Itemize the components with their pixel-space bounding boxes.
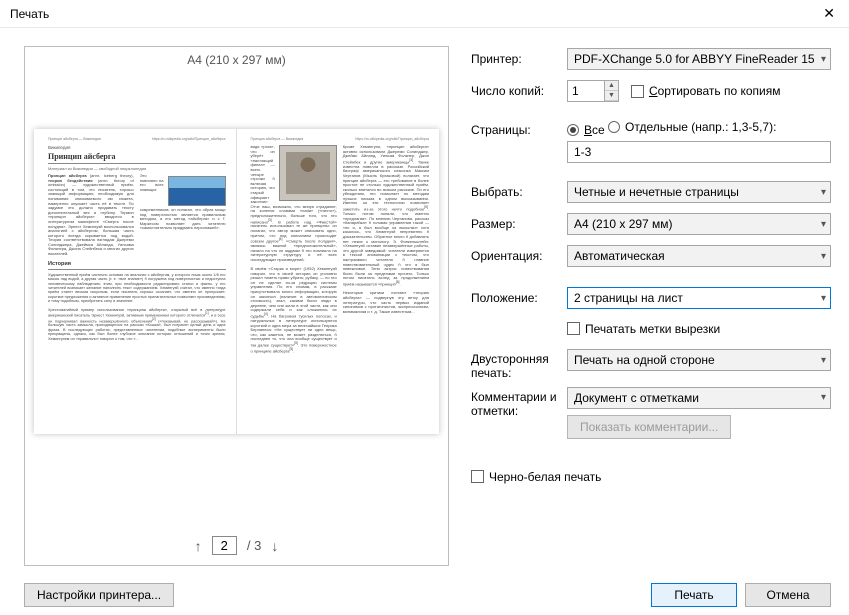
size-value: A4 (210 x 297 мм) xyxy=(574,217,673,231)
duplex-label: Двусторонняя печать: xyxy=(471,349,567,381)
collate-label: Сортировать по копиям xyxy=(649,84,781,98)
printer-settings-button[interactable]: Настройки принтера... xyxy=(24,583,174,607)
window-title: Печать xyxy=(10,7,49,21)
printer-combo[interactable]: PDF-XChange 5.0 for ABBYY FineReader 15 … xyxy=(567,48,831,70)
doc-subtitle: Материал из Википедии — свободной энцикл… xyxy=(48,167,226,172)
cropmarks-label: Печатать метки вырезки xyxy=(585,322,720,336)
cropmarks-checkbox[interactable]: Печатать метки вырезки xyxy=(567,322,720,336)
bw-label: Черно-белая печать xyxy=(489,470,601,484)
select-combo[interactable]: Четные и нечетные страницы ▾ xyxy=(567,181,831,203)
position-value: 2 страницы на лист xyxy=(574,291,683,305)
comments-value: Документ с отметками xyxy=(574,391,699,405)
image-hemingway xyxy=(279,145,337,201)
radio-pages-custom[interactable]: Отдельные (напр.: 1,3-5,7): xyxy=(608,120,776,134)
page-header-left-2: Принцип айсберга — Википедия xyxy=(251,137,304,141)
radio-pages-all-label: Все xyxy=(584,123,605,137)
chevron-down-icon: ▾ xyxy=(821,355,826,366)
spin-up-icon[interactable]: ▲ xyxy=(605,81,618,91)
preview-pane: A4 (210 x 297 мм) Принцип айсберга — Вик… xyxy=(0,28,455,576)
chevron-down-icon: ▾ xyxy=(821,293,826,304)
chevron-down-icon: ▾ xyxy=(821,219,826,230)
pager-prev-icon[interactable]: ↑ xyxy=(195,538,202,554)
pager-current[interactable]: 2 xyxy=(212,536,237,555)
settings-pane: Принтер: PDF-XChange 5.0 for ABBYY FineR… xyxy=(455,28,849,576)
orientation-combo[interactable]: Автоматическая ▾ xyxy=(567,245,831,267)
close-icon[interactable]: ✕ xyxy=(817,5,841,22)
pages-label: Страницы: xyxy=(471,120,567,137)
copies-spinner[interactable]: ▲▼ xyxy=(567,80,619,102)
spin-down-icon[interactable]: ▼ xyxy=(605,91,618,101)
position-combo[interactable]: 2 страницы на лист ▾ xyxy=(567,287,831,309)
radio-pages-all[interactable]: Все xyxy=(567,123,605,137)
page-preview: Принцип айсберга — Википедия https://ru.… xyxy=(34,129,439,434)
size-combo[interactable]: A4 (210 x 297 мм) ▾ xyxy=(567,213,831,235)
paper-size-caption: A4 (210 x 297 мм) xyxy=(187,53,286,67)
orientation-value: Автоматическая xyxy=(574,249,665,263)
position-label: Положение: xyxy=(471,291,567,305)
cancel-button[interactable]: Отмена xyxy=(745,583,831,607)
copies-label: Число копий: xyxy=(471,84,567,98)
pager-total: / 3 xyxy=(247,538,261,553)
chevron-down-icon: ▾ xyxy=(821,54,826,65)
comments-combo[interactable]: Документ с отметками ▾ xyxy=(567,387,831,409)
pages-range-value: 1-3 xyxy=(574,145,591,159)
size-label: Размер: xyxy=(471,217,567,231)
pager-next-icon[interactable]: ↓ xyxy=(271,538,278,554)
doc-title: Принцип айсберга xyxy=(48,152,226,161)
duplex-combo[interactable]: Печать на одной стороне ▾ xyxy=(567,349,831,371)
printer-label: Принтер: xyxy=(471,52,567,66)
printer-value: PDF-XChange 5.0 for ABBYY FineReader 15 xyxy=(574,52,815,66)
page-header-url: https://ru.wikipedia.org/wiki/Принцип_ай… xyxy=(152,137,226,141)
image-iceberg xyxy=(168,176,226,206)
duplex-value: Печать на одной стороне xyxy=(574,353,715,367)
chevron-down-icon: ▾ xyxy=(821,392,826,403)
doc-source: Википедия xyxy=(48,145,226,150)
chevron-down-icon: ▾ xyxy=(821,187,826,198)
show-comments-button[interactable]: Показать комментарии... xyxy=(567,415,731,439)
doc-section-history: История xyxy=(48,261,226,267)
chevron-down-icon: ▾ xyxy=(821,251,826,262)
pager: ↑ 2 / 3 ↓ xyxy=(195,528,279,565)
radio-pages-custom-label: Отдельные (напр.: 1,3-5,7): xyxy=(625,120,776,134)
titlebar: Печать ✕ xyxy=(0,0,849,28)
bw-checkbox[interactable]: Черно-белая печать xyxy=(471,470,601,484)
orientation-label: Ориентация: xyxy=(471,249,567,263)
page-header-url-2: https://ru.wikipedia.org/wiki/Принцип_ай… xyxy=(355,137,429,141)
select-value: Четные и нечетные страницы xyxy=(574,185,739,199)
page-header-left: Принцип айсберга — Википедия xyxy=(48,137,101,141)
print-button[interactable]: Печать xyxy=(651,583,737,607)
collate-checkbox[interactable]: Сортировать по копиям xyxy=(631,84,781,98)
comments-label: Комментарии и отметки: xyxy=(471,387,567,419)
pages-range-input[interactable]: 1-3 xyxy=(567,141,831,163)
select-label: Выбрать: xyxy=(471,185,567,199)
copies-input[interactable] xyxy=(568,81,604,101)
